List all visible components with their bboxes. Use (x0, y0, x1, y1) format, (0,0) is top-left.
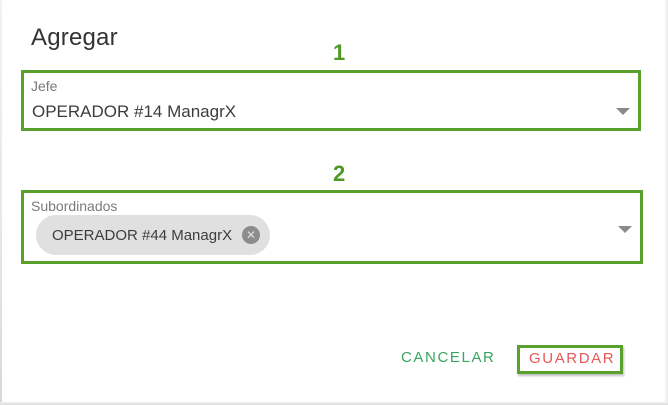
chevron-down-icon[interactable] (618, 226, 632, 233)
save-button-highlight: GUARDAR (517, 345, 623, 374)
save-button[interactable]: GUARDAR (529, 350, 615, 367)
subordinado-chip: OPERADOR #44 ManagrX ✕ (36, 215, 270, 255)
jefe-select[interactable]: Jefe OPERADOR #14 ManagrX (21, 70, 641, 131)
jefe-selected-value: OPERADOR #14 ManagrX (32, 102, 237, 121)
annotation-step-2: 2 (333, 161, 346, 186)
backdrop-edge-left (0, 0, 2, 405)
add-dialog: Agregar 1 Jefe OPERADOR #14 ManagrX 2 Su… (0, 0, 668, 405)
dialog-title: Agregar (31, 24, 118, 51)
annotation-step-1: 1 (333, 40, 346, 65)
close-circle-icon[interactable]: ✕ (242, 226, 260, 244)
subordinados-select[interactable]: Subordinados OPERADOR #44 ManagrX ✕ (21, 190, 643, 264)
subordinados-label: Subordinados (31, 198, 118, 214)
chip-label: OPERADOR #44 ManagrX (52, 226, 233, 244)
jefe-label: Jefe (31, 78, 58, 94)
cancel-button[interactable]: CANCELAR (401, 349, 496, 366)
chevron-down-icon[interactable] (616, 108, 630, 115)
backdrop-edge-right (664, 0, 668, 405)
